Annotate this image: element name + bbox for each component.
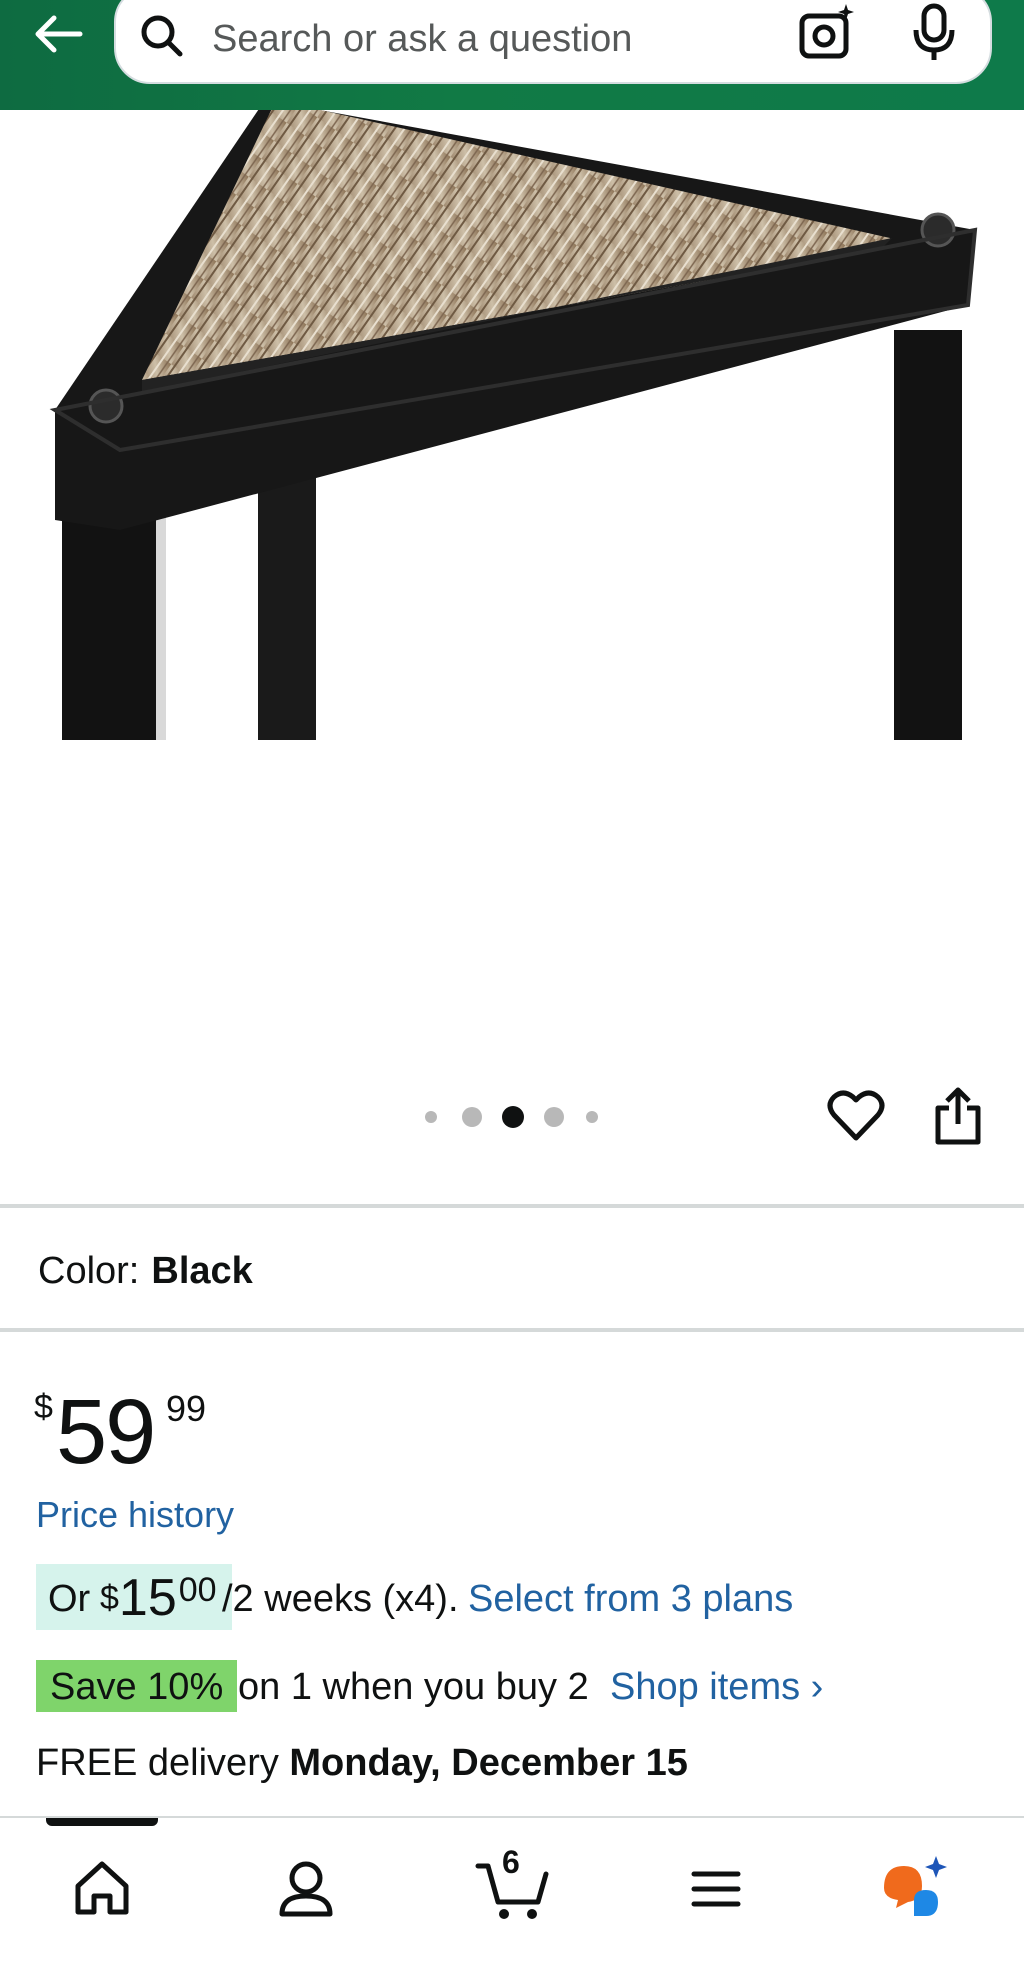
carousel-dot[interactable] bbox=[462, 1107, 482, 1127]
heart-icon[interactable] bbox=[826, 1088, 886, 1144]
carousel-dot-active[interactable] bbox=[502, 1106, 524, 1128]
nav-active-indicator bbox=[46, 1818, 158, 1826]
share-icon[interactable] bbox=[932, 1086, 984, 1146]
plan-amount: $1500 bbox=[100, 1568, 217, 1628]
account-icon[interactable] bbox=[270, 1852, 342, 1924]
home-icon[interactable] bbox=[66, 1852, 138, 1924]
delivery-date: Monday, December 15 bbox=[289, 1742, 688, 1784]
select-plans-link[interactable]: Select from 3 plans bbox=[468, 1578, 793, 1621]
delivery-info: FREE delivery Monday, December 15 bbox=[36, 1742, 688, 1785]
rufus-icon[interactable] bbox=[880, 1852, 952, 1924]
microphone-icon[interactable] bbox=[909, 2, 959, 64]
save-terms: on 1 when you buy 2 bbox=[238, 1666, 589, 1708]
product-image[interactable] bbox=[0, 110, 1024, 740]
menu-icon[interactable] bbox=[680, 1852, 752, 1924]
payment-plan-row: Or $1500 /2 weeks (x4). Select from 3 pl… bbox=[36, 1564, 996, 1630]
corner-table-image bbox=[49, 110, 978, 740]
camera-search-icon[interactable] bbox=[796, 2, 858, 64]
divider bbox=[0, 1204, 1024, 1208]
carousel-dot[interactable] bbox=[586, 1111, 598, 1123]
search-input[interactable]: Search or ask a question bbox=[212, 18, 632, 61]
color-value: Black bbox=[151, 1250, 253, 1292]
delivery-prefix: FREE delivery bbox=[36, 1742, 279, 1784]
bottom-nav: 6 bbox=[0, 1816, 1024, 1975]
back-button[interactable] bbox=[28, 10, 88, 58]
price-whole: 59 bbox=[56, 1381, 156, 1483]
cart-count: 6 bbox=[502, 1844, 520, 1880]
plan-terms: /2 weeks (x4). bbox=[222, 1578, 459, 1620]
promotion-row: Save 10% on 1 when you buy 2 Shop items … bbox=[36, 1660, 996, 1712]
carousel-dot[interactable] bbox=[425, 1111, 437, 1123]
color-label: Color: bbox=[38, 1250, 140, 1292]
search-bar[interactable]: Search or ask a question bbox=[114, 0, 992, 84]
plan-whole: 15 bbox=[118, 1569, 177, 1627]
color-selector[interactable]: Color: Black bbox=[38, 1250, 253, 1293]
price-history-link[interactable]: Price history bbox=[36, 1494, 234, 1536]
cart-button[interactable]: 6 bbox=[474, 1844, 554, 1924]
divider bbox=[0, 1328, 1024, 1332]
arrow-left-icon bbox=[35, 15, 83, 53]
search-icon bbox=[141, 15, 183, 57]
price-currency: $ bbox=[34, 1388, 53, 1426]
save-badge: Save 10% bbox=[36, 1660, 238, 1712]
image-carousel-indicator[interactable] bbox=[420, 1104, 610, 1128]
plan-currency: $ bbox=[100, 1579, 119, 1617]
top-bar: Search or ask a question bbox=[0, 0, 1024, 110]
plan-or-label: Or bbox=[48, 1578, 91, 1620]
price-fraction: 99 bbox=[166, 1388, 207, 1429]
shop-items-link[interactable]: Shop items › bbox=[610, 1666, 823, 1709]
carousel-dot[interactable] bbox=[544, 1107, 564, 1127]
plan-fraction: 00 bbox=[178, 1571, 217, 1609]
